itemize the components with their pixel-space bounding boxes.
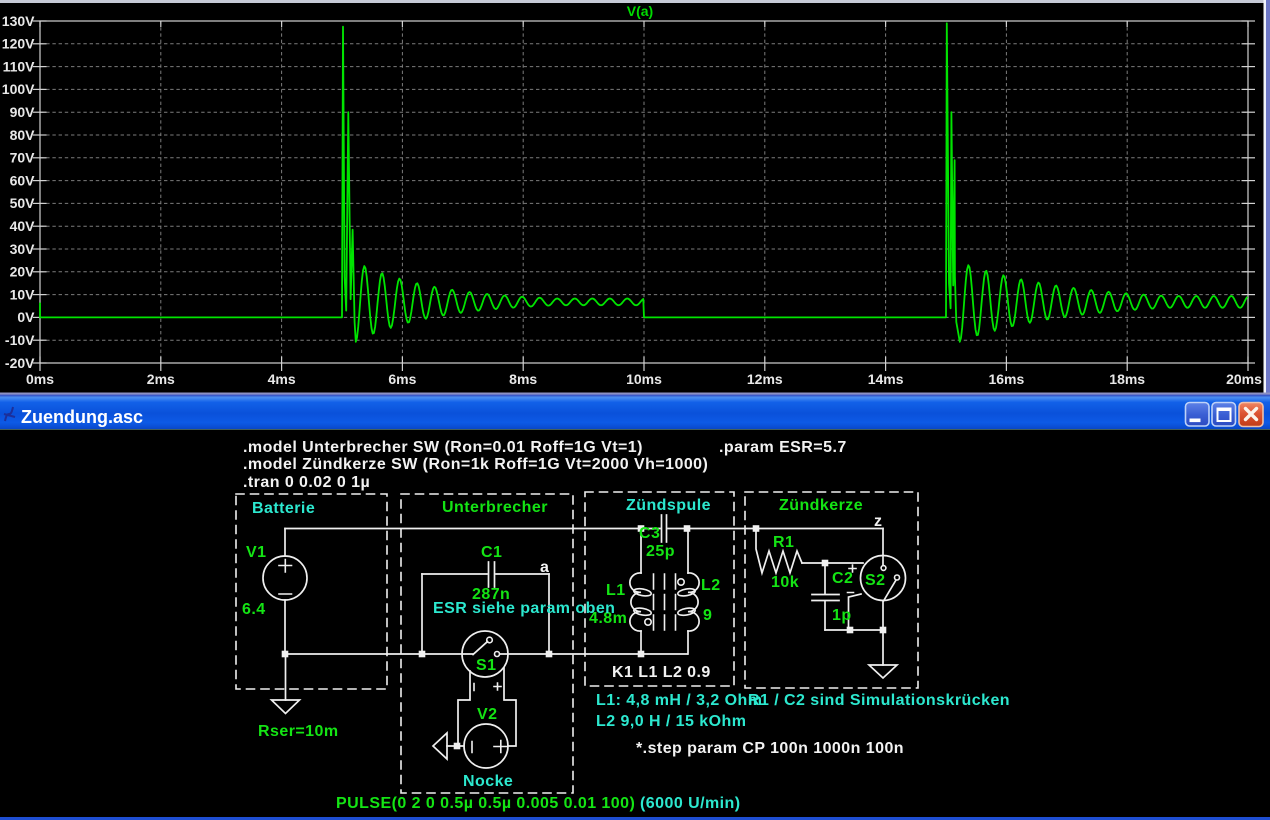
svg-text:K1 L1 L2 0.9: K1 L1 L2 0.9	[612, 664, 711, 681]
svg-text:Unterbrecher: Unterbrecher	[442, 499, 548, 516]
svg-text:30V: 30V	[10, 241, 36, 257]
svg-text:120V: 120V	[2, 36, 35, 52]
svg-text:Zündspule: Zündspule	[626, 497, 711, 514]
svg-text:L2 9,0 H / 15 kOhm: L2 9,0 H / 15 kOhm	[596, 713, 746, 730]
svg-text:2ms: 2ms	[147, 371, 175, 387]
svg-text:V2: V2	[477, 706, 497, 723]
svg-text:80V: 80V	[10, 127, 36, 143]
svg-text:10V: 10V	[10, 286, 36, 302]
svg-text:C1: C1	[481, 544, 502, 561]
svg-text:9: 9	[703, 607, 712, 624]
svg-text:20V: 20V	[10, 264, 36, 280]
svg-text:100V: 100V	[2, 81, 35, 97]
svg-text:1p: 1p	[832, 607, 852, 624]
svg-text:V(a): V(a)	[627, 3, 653, 19]
svg-text:V1: V1	[246, 544, 266, 561]
svg-text:PULSE(0 2 0 0.5µ 0.5µ 0.005 0.: PULSE(0 2 0 0.5µ 0.5µ 0.005 0.01 100)	[336, 795, 635, 812]
svg-text:L2: L2	[701, 577, 721, 594]
svg-text:Rser=10m: Rser=10m	[258, 723, 339, 740]
svg-text:0ms: 0ms	[26, 371, 54, 387]
svg-text:20ms: 20ms	[1226, 371, 1262, 387]
svg-text:16ms: 16ms	[988, 371, 1024, 387]
svg-text:110V: 110V	[3, 58, 36, 74]
svg-text:L1: 4,8 mH / 3,2 Ohm: L1: 4,8 mH / 3,2 Ohm	[596, 692, 762, 709]
svg-text:Zündkerze: Zündkerze	[779, 497, 863, 514]
svg-text:R1 / C2 sind Simulationskrücke: R1 / C2 sind Simulationskrücken	[748, 692, 1010, 709]
svg-text:z: z	[874, 513, 882, 530]
svg-text:25p: 25p	[646, 543, 675, 560]
svg-text:C2: C2	[832, 570, 853, 587]
svg-text:R1: R1	[773, 534, 794, 551]
svg-text:60V: 60V	[10, 172, 36, 188]
svg-text:ESR siehe param oben: ESR siehe param oben	[433, 600, 615, 617]
svg-text:.model Zündkerze SW (Ron=1k Ro: .model Zündkerze SW (Ron=1k Roff=1G Vt=2…	[243, 456, 708, 473]
svg-text:70V: 70V	[10, 150, 36, 166]
svg-text:4ms: 4ms	[268, 371, 296, 387]
svg-text:(6000 U/min): (6000 U/min)	[640, 795, 741, 812]
svg-text:.param ESR=5.7: .param ESR=5.7	[719, 439, 847, 456]
svg-text:L1: L1	[606, 582, 626, 599]
svg-text:Batterie: Batterie	[252, 500, 315, 517]
svg-text:a: a	[540, 559, 549, 576]
svg-text:14ms: 14ms	[868, 371, 904, 387]
svg-text:6ms: 6ms	[388, 371, 416, 387]
svg-text:-10V: -10V	[5, 332, 35, 348]
svg-text:10ms: 10ms	[626, 371, 662, 387]
svg-text:10k: 10k	[771, 574, 799, 591]
svg-text:S1: S1	[476, 657, 496, 674]
svg-text:90V: 90V	[10, 104, 36, 120]
svg-text:18ms: 18ms	[1109, 371, 1145, 387]
svg-text:40V: 40V	[10, 218, 36, 234]
svg-text:Zuendung.asc: Zuendung.asc	[21, 407, 143, 427]
svg-text:0V: 0V	[17, 309, 35, 325]
svg-text:.model Unterbrecher SW (Ron=0.: .model Unterbrecher SW (Ron=0.01 Roff=1G…	[243, 439, 643, 456]
svg-text:Nocke: Nocke	[463, 773, 513, 790]
svg-text:6.4: 6.4	[242, 601, 266, 618]
svg-text:12ms: 12ms	[747, 371, 783, 387]
svg-text:.tran 0 0.02 0 1µ: .tran 0 0.02 0 1µ	[243, 474, 370, 491]
svg-text:50V: 50V	[10, 195, 36, 211]
svg-text:-20V: -20V	[5, 355, 35, 371]
svg-text:C3: C3	[639, 525, 660, 542]
svg-text:S2: S2	[865, 572, 885, 589]
svg-text:8ms: 8ms	[509, 371, 537, 387]
svg-text:130V: 130V	[2, 13, 35, 29]
svg-text:*.step param CP 100n 1000n 100: *.step param CP 100n 1000n 100n	[636, 740, 904, 757]
